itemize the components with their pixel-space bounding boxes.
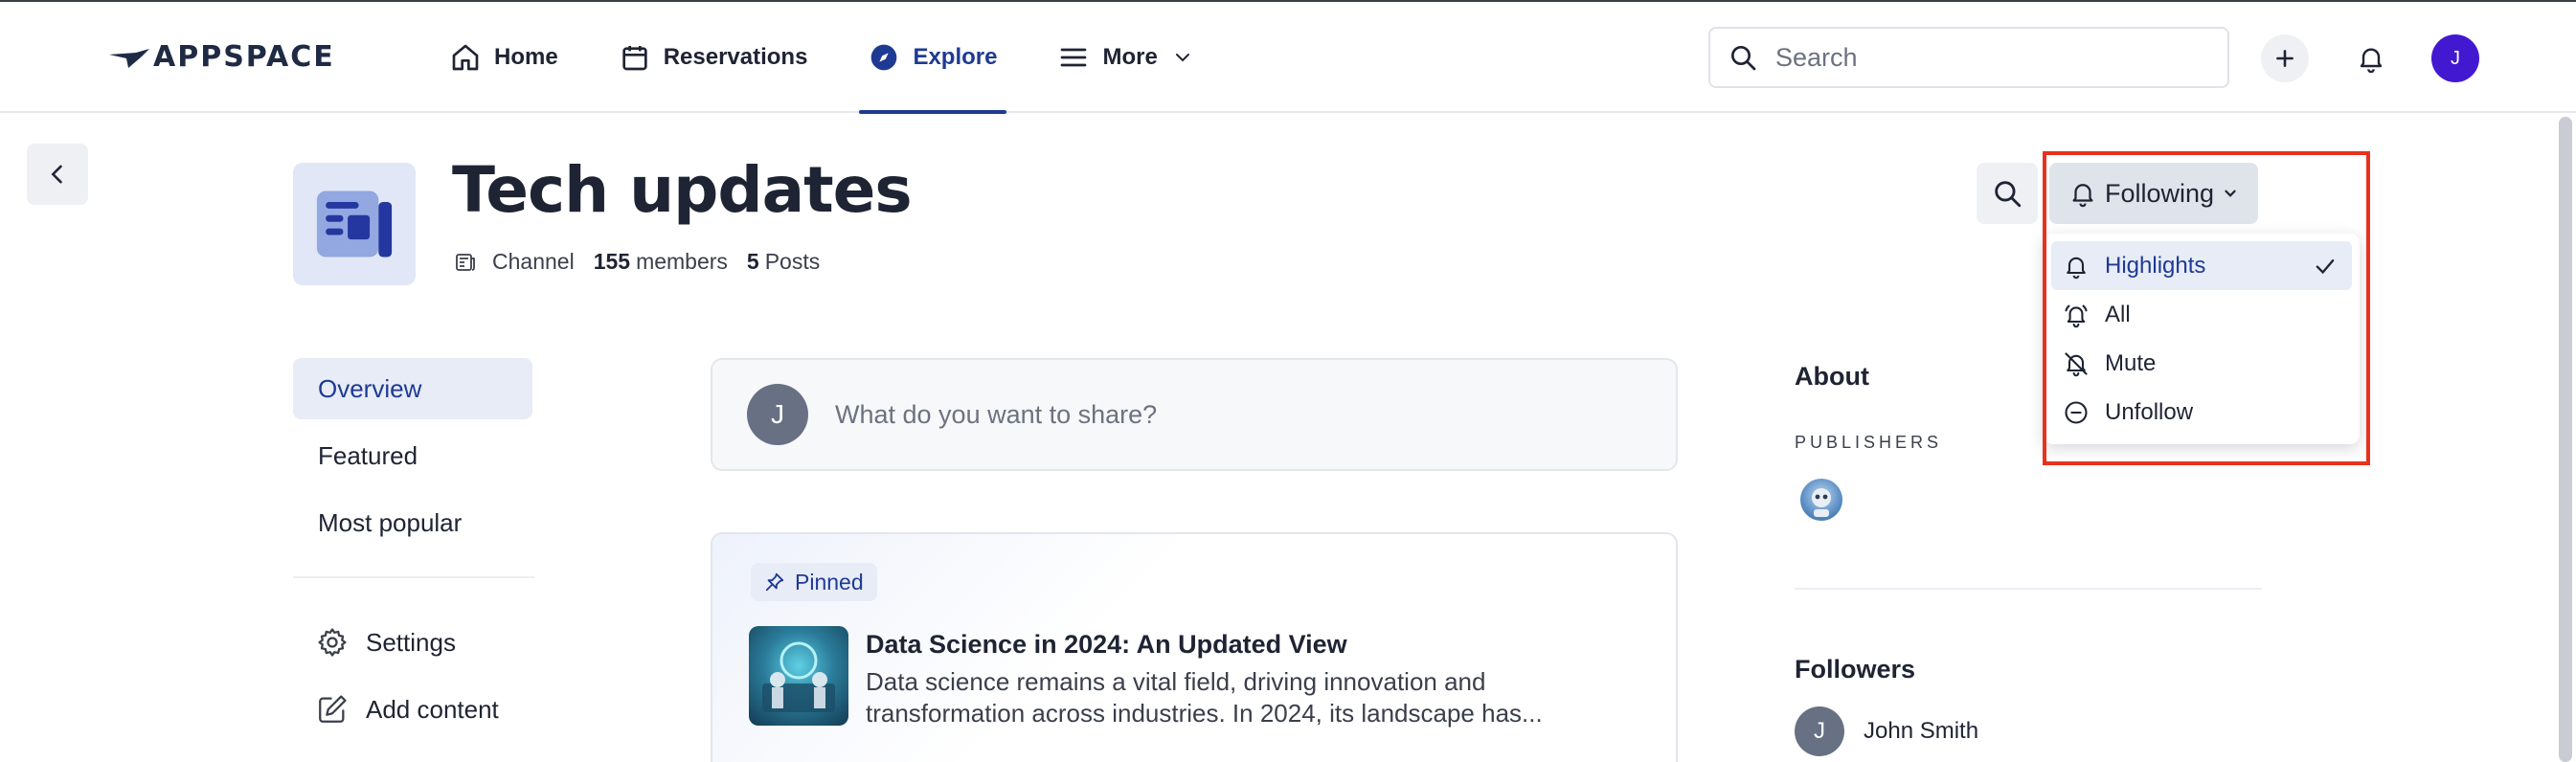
post-title[interactable]: Data Science in 2024: An Updated View xyxy=(866,630,1347,660)
following-label: Following xyxy=(2104,178,2215,208)
compass-icon xyxy=(871,44,897,71)
calendar-icon xyxy=(622,46,647,71)
post-image xyxy=(762,641,835,712)
chevron-left-icon xyxy=(51,165,62,184)
follow-option-mute[interactable]: Mute xyxy=(2051,339,2352,388)
logo-mark-icon xyxy=(109,48,149,68)
publishers-label: PUBLISHERS xyxy=(1795,433,1943,452)
search-icon xyxy=(1995,181,2022,208)
pinned-post-card[interactable]: Pinned Data Science in 2024: An Updated … xyxy=(711,532,1678,762)
newspaper-icon xyxy=(316,190,393,258)
about-title: About xyxy=(1795,362,1869,391)
channel-search-button[interactable] xyxy=(1977,163,2038,224)
user-initial: J xyxy=(2451,47,2460,69)
bell-ring-icon xyxy=(2065,304,2088,327)
avatar: J xyxy=(1795,706,1844,756)
notifications-button[interactable] xyxy=(2347,34,2395,82)
user-avatar[interactable]: J xyxy=(2431,34,2479,82)
checkmark-icon xyxy=(2316,258,2335,274)
chevron-down-icon xyxy=(2225,190,2236,197)
members-label: members xyxy=(636,249,728,274)
sidebar-item-label: Overview xyxy=(318,373,422,403)
members-count: 155 xyxy=(593,249,631,274)
avatar: J xyxy=(747,384,808,445)
sidebar-actions: Settings Add content xyxy=(316,609,499,743)
follow-option-highlights[interactable]: Highlights xyxy=(2051,241,2352,290)
edit-icon xyxy=(319,695,347,723)
about-divider xyxy=(1795,588,2262,590)
nav-item-reservations[interactable]: Reservations xyxy=(610,2,818,113)
bell-icon xyxy=(2360,48,2383,74)
follower-item[interactable]: J John Smith xyxy=(1795,706,1978,756)
global-search[interactable] xyxy=(1708,27,2229,88)
channel-title: Tech updates xyxy=(452,153,913,227)
follow-option-all[interactable]: All xyxy=(2051,290,2352,339)
minus-circle-icon xyxy=(2065,400,2088,424)
add-content-link[interactable]: Add content xyxy=(316,676,499,743)
page-scrollbar[interactable] xyxy=(2559,117,2572,762)
avatar-initial: J xyxy=(771,399,784,429)
nav-item-home[interactable]: Home xyxy=(441,2,568,113)
main-nav: Home Reservations Explore More xyxy=(441,2,1246,114)
create-button[interactable] xyxy=(2261,34,2309,82)
option-label: All xyxy=(2105,301,2131,327)
publisher-avatar[interactable] xyxy=(1800,479,1842,521)
nav-label: More xyxy=(1102,44,1158,70)
nav-item-explore[interactable]: Explore xyxy=(859,2,1007,114)
appspace-logo[interactable]: APPSPACE xyxy=(107,40,335,74)
post-excerpt: Data science remains a vital field, driv… xyxy=(866,667,1543,728)
back-button[interactable] xyxy=(27,144,88,205)
nav-item-more[interactable]: More xyxy=(1049,2,1203,113)
option-label: Mute xyxy=(2105,349,2157,376)
chevron-down-icon xyxy=(1175,54,1189,62)
badge-label: Pinned xyxy=(795,569,864,594)
logo-text: APPSPACE xyxy=(153,40,335,74)
post-thumbnail[interactable] xyxy=(749,626,848,726)
menu-icon xyxy=(1061,48,1087,67)
search-input[interactable] xyxy=(1775,42,2197,73)
post-composer[interactable]: J What do you want to share? xyxy=(711,358,1678,471)
search-icon xyxy=(1731,46,1756,71)
sidebar-item-overview[interactable]: Overview xyxy=(293,358,532,419)
bell-icon xyxy=(2067,257,2086,279)
sidebar-divider xyxy=(293,576,534,578)
avatar-initial: J xyxy=(1814,718,1825,744)
bell-off-icon xyxy=(2065,351,2088,376)
sidebar-item-featured[interactable]: Featured xyxy=(293,425,532,486)
composer-placeholder: What do you want to share? xyxy=(835,399,1158,429)
following-button[interactable]: Following xyxy=(2049,163,2258,224)
option-label: Unfollow xyxy=(2105,398,2194,425)
nav-label: Explore xyxy=(913,44,998,70)
sidebar-item-label: Most popular xyxy=(318,507,463,537)
channel-type-icon xyxy=(456,253,475,271)
channel-logo xyxy=(293,163,416,285)
plus-icon xyxy=(2276,50,2294,67)
robot-avatar-icon xyxy=(1812,488,1831,517)
nav-label: Reservations xyxy=(663,44,808,70)
pinned-badge: Pinned xyxy=(751,563,877,601)
pin-icon xyxy=(765,572,784,592)
bell-icon xyxy=(2072,184,2093,208)
channel-sidebar: Overview Featured Most popular xyxy=(293,358,532,559)
follow-option-unfollow[interactable]: Unfollow xyxy=(2051,388,2352,437)
posts-count: 5 xyxy=(746,249,759,274)
posts-label: Posts xyxy=(764,249,821,274)
action-label: Add content xyxy=(366,694,499,724)
home-icon xyxy=(452,44,479,71)
channel-type: Channel xyxy=(492,249,575,274)
followers-title: Followers xyxy=(1795,655,1916,684)
sidebar-item-label: Featured xyxy=(318,440,418,470)
channel-meta: Channel 155 members 5 Posts xyxy=(454,249,820,275)
settings-link[interactable]: Settings xyxy=(316,609,499,676)
follower-name: John Smith xyxy=(1864,718,1979,744)
option-label: Highlights xyxy=(2105,252,2206,279)
sidebar-item-most-popular[interactable]: Most popular xyxy=(293,492,532,553)
gear-icon xyxy=(318,628,347,657)
nav-label: Home xyxy=(494,44,558,70)
follow-options-menu: Highlights All Mute Unfollow xyxy=(2044,234,2360,444)
action-label: Settings xyxy=(366,627,456,657)
top-navigation-bar: APPSPACE Home Reservations Explore More … xyxy=(0,0,2576,114)
